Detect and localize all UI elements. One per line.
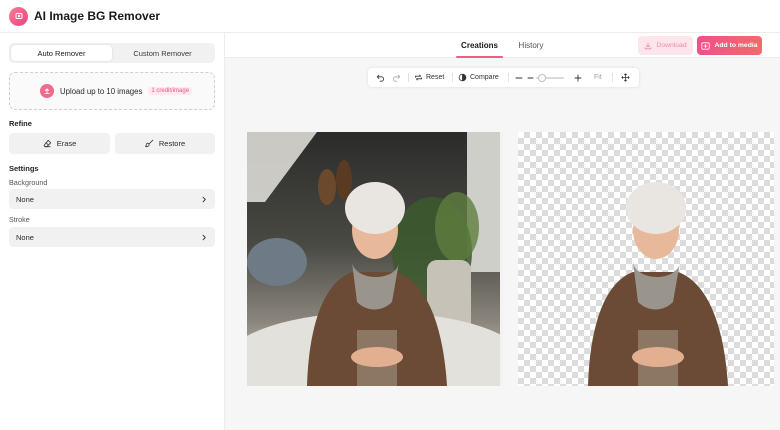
tab-custom-remover[interactable]: Custom Remover <box>112 45 213 61</box>
plus-icon <box>574 74 582 81</box>
pan-button[interactable] <box>621 68 633 87</box>
redo-button[interactable] <box>392 68 404 87</box>
toolbar-divider <box>508 73 509 82</box>
stroke-label: Stroke <box>9 215 30 224</box>
main-area: Creations History Download Add to media … <box>225 33 780 430</box>
redo-icon <box>393 74 401 82</box>
undo-icon <box>376 74 384 82</box>
restore-label: Restore <box>158 139 186 148</box>
stroke-select[interactable]: None <box>9 227 215 247</box>
background-value: None <box>16 194 34 204</box>
result-image <box>518 132 774 386</box>
refine-title: Refine <box>9 119 32 128</box>
reset-button[interactable]: Reset <box>414 68 444 87</box>
download-label: Download <box>656 42 687 49</box>
download-button[interactable]: Download <box>638 36 693 55</box>
background-select[interactable]: None <box>9 189 215 209</box>
toolbar-divider <box>612 73 613 82</box>
brush-icon <box>144 139 154 148</box>
restore-button[interactable]: Restore <box>115 133 215 154</box>
credit-badge: 1 credit/image <box>148 87 193 95</box>
erase-button[interactable]: Erase <box>9 133 110 154</box>
fit-button[interactable]: Fit <box>594 68 602 87</box>
editor-toolbar: Reset Compare Fit <box>368 68 639 87</box>
zoom-in-button[interactable] <box>574 68 585 87</box>
chevron-right-icon <box>202 234 206 240</box>
sidebar: Auto Remover Custom Remover Upload up to… <box>0 33 225 430</box>
toolbar-divider <box>452 73 453 82</box>
compare-button[interactable]: Compare <box>458 68 499 87</box>
move-icon <box>621 73 630 82</box>
add-to-media-button[interactable]: Add to media <box>697 36 762 55</box>
upload-icon <box>40 84 54 98</box>
background-label: Background <box>9 178 48 187</box>
zoom-out-button[interactable] <box>515 68 526 87</box>
chevron-right-icon <box>202 196 206 202</box>
erase-label: Erase <box>56 139 77 148</box>
add-media-label: Add to media <box>714 42 758 49</box>
minus-icon <box>527 77 534 78</box>
zoom-slider-handle[interactable] <box>537 74 546 82</box>
settings-title: Settings <box>9 164 39 173</box>
tab-creations[interactable]: Creations <box>456 33 503 58</box>
tab-auto-remover[interactable]: Auto Remover <box>11 45 112 61</box>
compare-label: Compare <box>470 74 499 81</box>
original-image <box>247 132 503 386</box>
reset-label: Reset <box>426 74 445 81</box>
app-header: AI Image BG Remover <box>0 0 780 33</box>
stroke-value: None <box>16 232 34 242</box>
logo-icon <box>9 6 28 26</box>
minus-icon <box>515 77 523 78</box>
tab-history[interactable]: History <box>513 33 549 58</box>
compare-icon <box>458 73 467 82</box>
upload-label: Upload up to 10 images <box>60 86 143 96</box>
undo-button[interactable] <box>376 68 388 87</box>
app-title: AI Image BG Remover <box>34 9 161 23</box>
toolbar-divider <box>408 73 409 82</box>
download-icon <box>645 42 652 49</box>
reset-icon <box>415 74 422 81</box>
mode-toggle: Auto Remover Custom Remover <box>9 43 215 63</box>
upload-dropzone[interactable]: Upload up to 10 images 1 credit/image <box>9 72 215 110</box>
eraser-icon <box>43 139 51 148</box>
add-media-icon <box>701 41 711 50</box>
tabs-bar: Creations History Download Add to media <box>225 33 780 58</box>
zoom-slider[interactable] <box>536 74 564 82</box>
